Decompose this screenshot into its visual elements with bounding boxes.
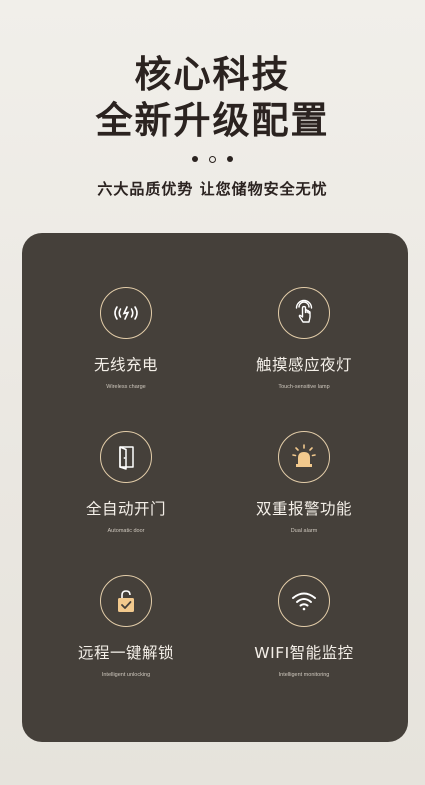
- feature-touch-lamp: 触摸感应夜灯 Touch-sensitive lamp: [219, 287, 389, 390]
- dot: [192, 156, 198, 162]
- feature-subtitle: Touch-sensitive lamp: [278, 384, 330, 390]
- feature-subtitle: Wireless charge: [106, 384, 146, 390]
- feature-dual-alarm: 双重报警功能 Dual alarm: [219, 431, 389, 534]
- feature-title: 全自动开门: [85, 500, 166, 518]
- unlock-bag-icon: [100, 575, 152, 627]
- touch-hand-icon: [278, 287, 330, 339]
- dot-active: [209, 156, 216, 163]
- feature-remote-unlock: 远程一键解锁 Intelligent unlocking: [41, 575, 211, 678]
- feature-subtitle: Intelligent unlocking: [101, 672, 151, 678]
- headline-line-1: 核心科技: [134, 52, 291, 96]
- wifi-icon: [278, 575, 330, 627]
- feature-subtitle: Intelligent monitoring: [278, 672, 330, 678]
- feature-subtitle: Dual alarm: [290, 528, 318, 534]
- feature-title: 无线充电: [93, 356, 158, 374]
- door-icon: [100, 431, 152, 483]
- feature-wifi-monitoring: WIFI智能监控 Intelligent monitoring: [219, 575, 389, 678]
- alarm-siren-icon: [278, 431, 330, 483]
- pagination-dots: [0, 156, 425, 163]
- headline-line-2: 全新升级配置: [95, 98, 330, 142]
- feature-title: 远程一键解锁: [77, 644, 174, 662]
- feature-title: WIFI智能监控: [254, 644, 354, 662]
- feature-automatic-door: 全自动开门 Automatic door: [41, 431, 211, 534]
- feature-wireless-charge: 无线充电 Wireless charge: [41, 287, 211, 390]
- feature-title: 触摸感应夜灯: [255, 356, 352, 374]
- dot: [227, 156, 233, 162]
- feature-subtitle: Automatic door: [107, 528, 145, 534]
- subtitle: 六大品质优势 让您储物安全无忧: [97, 180, 328, 198]
- wireless-charge-icon: [100, 287, 152, 339]
- feature-panel: 无线充电 Wireless charge 触摸感应夜灯 Touch-sensit…: [22, 233, 408, 742]
- feature-title: 双重报警功能: [255, 500, 352, 518]
